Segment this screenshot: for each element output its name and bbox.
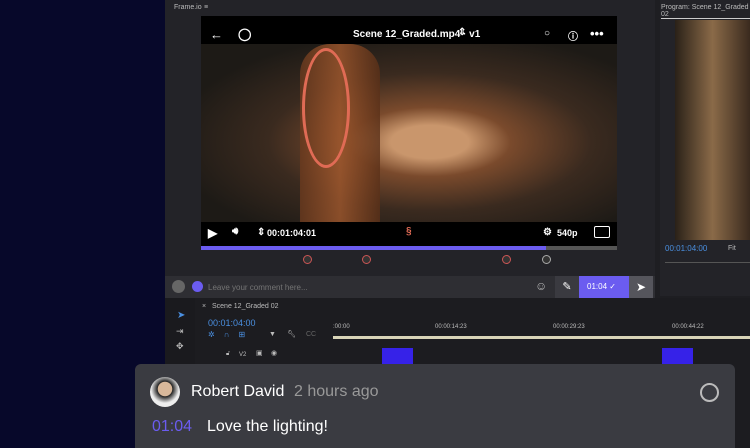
video-frame [201,44,617,222]
status-circle-icon[interactable]: ○ [544,28,550,39]
back-icon[interactable]: ← [210,27,223,42]
marker-icon[interactable]: ▼ [269,331,276,338]
comment-input[interactable] [208,279,528,295]
user-avatar [172,280,185,293]
guest-icon [192,281,203,292]
captions-icon[interactable]: CC [306,331,316,338]
track-label: V2 [239,352,247,358]
wrench-icon[interactable]: 🔧︎ [287,330,296,338]
emoji-icon[interactable]: ☺ [535,279,547,293]
program-timecode: 00:01:04:00 [665,244,708,253]
comment-timestamp[interactable]: 01:04 [152,418,192,436]
drawing-annotation [302,48,350,168]
info-icon[interactable]: ⓘ [568,28,578,43]
sequence-tab[interactable]: Scene 12_Graded 02 [212,303,279,310]
timeline-timecode: 00:01:04:00 [208,318,256,328]
sync-icon[interactable]: ▣ [256,349,263,357]
comment-marker[interactable] [542,255,551,264]
sequence-close-icon[interactable]: × [202,303,206,310]
ripple-tool-icon[interactable]: ✥ [176,341,184,352]
volume-icon[interactable]: 🔊︎ [232,226,238,237]
comment-text: Love the lighting! [207,418,328,435]
timeline-clip[interactable] [382,348,413,364]
timeline-tools-icons[interactable]: ✲∩⊞ [208,330,254,339]
ruler-label: :00:00 [333,324,350,330]
version-stepper-icon[interactable]: ⇕ [458,27,466,38]
eye-icon[interactable]: ◉ [271,349,277,357]
comment-marker[interactable] [502,255,511,264]
comments-icon[interactable]: ◯ [238,27,251,41]
more-icon[interactable]: ••• [590,26,604,41]
selection-tool-icon[interactable]: ➤ [177,310,185,321]
comment-time-ago: 2 hours ago [294,383,379,400]
ruler-label: 00:00:14:23 [435,324,467,330]
panel-title: Frame.io [174,4,202,11]
ruler-label: 00:00:29:23 [553,324,585,330]
comment-marker[interactable] [303,255,312,264]
timestamp-chip: 01:04 [587,282,608,291]
fit-dropdown[interactable]: Fit [728,245,736,252]
program-frame [675,20,750,240]
timestamp-toggle[interactable]: 01:04 ✓ [579,276,629,298]
progress-fill [201,246,547,250]
fullscreen-icon[interactable] [594,226,610,238]
program-title: Program: Scene 12_Graded 02 [661,4,750,19]
complete-circle-icon[interactable] [700,383,719,402]
progress-bar[interactable] [201,246,617,250]
link-icon[interactable]: § [406,226,412,237]
author-avatar [150,377,180,407]
timecode-stepper-icon[interactable]: ⇕ [257,227,265,238]
draw-icon[interactable]: ✎ [555,276,579,298]
play-icon[interactable]: ▶ [208,226,217,240]
program-scrubber[interactable] [665,262,750,263]
lock-icon[interactable]: 🔓︎ [226,351,230,358]
settings-icon[interactable]: ⚙ [543,227,552,238]
ruler-label: 00:00:44:22 [672,324,704,330]
send-button[interactable]: ➤ [629,276,653,298]
comment-author: Robert David [191,383,285,400]
player-timecode: 00:01:04:01 [267,228,317,238]
timeline-clip[interactable] [662,348,693,364]
comment-marker[interactable] [362,255,371,264]
work-area-bar[interactable] [333,336,750,339]
panel-menu-icon[interactable]: ≡ [204,4,208,11]
track-select-tool-icon[interactable]: ⇥ [176,326,184,337]
quality-label[interactable]: 540p [557,228,578,238]
